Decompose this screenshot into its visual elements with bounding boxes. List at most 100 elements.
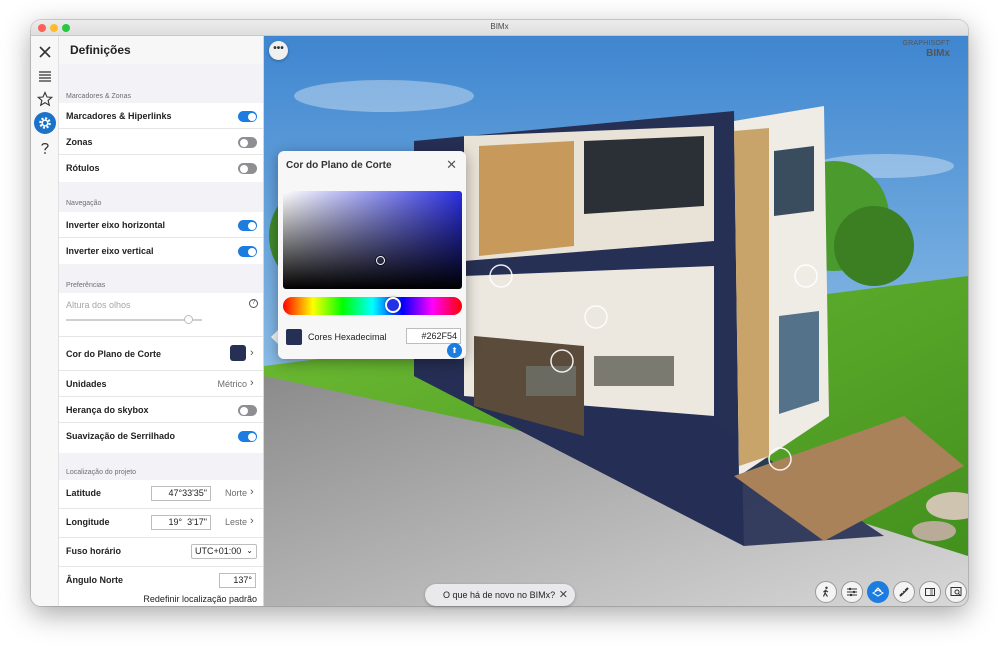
zoom-view-icon	[950, 587, 962, 597]
close-icon[interactable]: ✕	[559, 588, 568, 601]
markers-hyperlinks-row: Marcadores & Hiperlinks	[59, 103, 263, 129]
invert-horizontal-label: Inverter eixo horizontal	[66, 220, 166, 230]
saturation-value-picker[interactable]	[283, 191, 462, 289]
walk-mode-button[interactable]	[815, 581, 837, 603]
title-bar: BIMx	[31, 20, 968, 36]
north-angle-field[interactable]: 137°	[219, 573, 256, 588]
measure-icon	[899, 587, 909, 597]
pin-icon[interactable]: ⬆	[447, 343, 462, 358]
settings-button[interactable]	[34, 112, 56, 134]
measure-button[interactable]	[893, 581, 915, 603]
sheets-button[interactable]	[919, 581, 941, 603]
window-title: BIMx	[490, 22, 509, 31]
latitude-hemisphere[interactable]: Norte	[225, 488, 247, 498]
settings-panel: Definições Marcadores & Zonas Marcadores…	[59, 36, 264, 606]
walk-icon	[822, 586, 829, 597]
markers-hyperlinks-label: Marcadores & Hiperlinks	[66, 111, 172, 121]
close-icon[interactable]: ✕	[446, 157, 457, 173]
hex-input[interactable]: #262F54	[406, 328, 461, 344]
zoom-view-button[interactable]	[945, 581, 967, 603]
chevron-right-icon: ›	[250, 486, 254, 498]
whats-new-label: O que há de novo no BIMx?	[443, 590, 556, 600]
timezone-row: Fuso horário UTC+01:00 ⌄	[59, 538, 263, 567]
sliders-icon	[847, 587, 857, 597]
markers-group: Marcadores & Hiperlinks Zonas Rótulos	[59, 103, 263, 182]
eye-height-help-icon[interactable]: ?	[249, 299, 258, 308]
invert-vertical-row: Inverter eixo vertical	[59, 238, 263, 264]
eye-height-slider-track	[66, 319, 202, 321]
zones-row: Zonas	[59, 129, 263, 155]
gear-icon	[39, 117, 51, 129]
list-button[interactable]	[34, 65, 56, 87]
invert-horizontal-row: Inverter eixo horizontal	[59, 212, 263, 238]
cutaway-icon	[872, 587, 884, 597]
close-panel-button[interactable]	[34, 41, 56, 63]
help-icon	[41, 143, 49, 154]
units-label: Unidades	[66, 379, 107, 389]
antialiasing-toggle[interactable]	[238, 431, 257, 442]
preferences-group: Altura dos olhos ? Cor do Plano de Corte…	[59, 293, 263, 453]
more-options-button[interactable]: •••	[269, 41, 288, 60]
north-angle-label: Ângulo Norte	[66, 575, 123, 585]
zones-label: Zonas	[66, 137, 93, 147]
sheet-icon	[925, 588, 935, 596]
longitude-field[interactable]: 19° 3'17"	[151, 515, 211, 530]
cutaway-button[interactable]	[867, 581, 889, 603]
eye-height-label: Altura dos olhos	[66, 300, 131, 310]
list-icon	[39, 71, 51, 82]
invert-vertical-toggle[interactable]	[238, 246, 257, 257]
eye-height-slider-thumb[interactable]	[183, 315, 193, 324]
eye-height-row: Altura dos olhos ?	[59, 293, 263, 337]
units-row[interactable]: Unidades Métrico ›	[59, 371, 263, 397]
hex-label: Cores Hexadecimal	[308, 332, 387, 342]
hue-slider[interactable]	[283, 297, 462, 315]
markers-hyperlinks-toggle[interactable]	[238, 111, 257, 122]
filters-button[interactable]	[841, 581, 863, 603]
side-rail	[31, 36, 59, 606]
section-preferences-label: Preferências	[66, 282, 106, 289]
popover-arrow	[271, 330, 278, 344]
selected-color-swatch	[286, 329, 302, 345]
labels-row: Rótulos	[59, 155, 263, 181]
skybox-label: Herança do skybox	[66, 405, 149, 415]
invert-horizontal-toggle[interactable]	[238, 220, 257, 231]
panel-title: Definições	[70, 43, 131, 57]
longitude-row: Longitude 19° 3'17" Leste ›	[59, 509, 263, 538]
chevron-right-icon: ›	[250, 515, 254, 527]
latitude-label: Latitude	[66, 488, 101, 498]
app-window: BIMx Definições Marcadores & Zonas Marca…	[31, 20, 968, 606]
panel-header: Definições	[59, 36, 263, 64]
labels-label: Rótulos	[66, 163, 100, 173]
antialiasing-row: Suavização de Serrilhado	[59, 423, 263, 453]
timezone-select[interactable]: UTC+01:00 ⌄	[191, 544, 257, 559]
section-location-label: Localização do projeto	[66, 469, 137, 476]
longitude-label: Longitude	[66, 517, 110, 527]
popover-title: Cor do Plano de Corte	[286, 160, 392, 171]
whats-new-chip[interactable]: O que há de novo no BIMx? ✕	[425, 584, 575, 606]
longitude-hemisphere[interactable]: Leste	[225, 517, 247, 527]
cut-plane-color-swatch[interactable]	[230, 345, 246, 361]
chevron-right-icon: ›	[250, 377, 254, 389]
hue-slider-thumb[interactable]	[385, 297, 401, 313]
chevron-down-icon: ⌄	[246, 546, 253, 555]
favorites-button[interactable]	[34, 88, 56, 110]
cut-plane-color-row[interactable]: Cor do Plano de Corte ›	[59, 337, 263, 371]
logo-line2: BIMx	[926, 48, 950, 59]
help-button[interactable]	[34, 137, 56, 159]
skybox-row: Herança do skybox	[59, 397, 263, 423]
saturation-value-cursor[interactable]	[376, 256, 385, 265]
antialiasing-label: Suavização de Serrilhado	[66, 431, 176, 441]
north-angle-row: Ângulo Norte 137°	[59, 567, 263, 596]
chevron-right-icon: ›	[250, 347, 254, 359]
timezone-label: Fuso horário	[66, 546, 122, 556]
zones-toggle[interactable]	[238, 137, 257, 148]
cut-plane-color-popover: Cor do Plano de Corte ✕ Cores Hexadecima…	[278, 151, 466, 359]
cut-plane-color-label: Cor do Plano de Corte	[66, 349, 162, 359]
labels-toggle[interactable]	[238, 163, 257, 174]
latitude-field[interactable]: 47°33'35"	[151, 486, 211, 501]
reset-location-link[interactable]: Redefinir localização padrão	[143, 594, 257, 604]
units-value: Métrico	[217, 379, 247, 389]
close-icon	[39, 46, 51, 58]
star-icon	[37, 91, 53, 107]
skybox-toggle[interactable]	[238, 405, 257, 416]
